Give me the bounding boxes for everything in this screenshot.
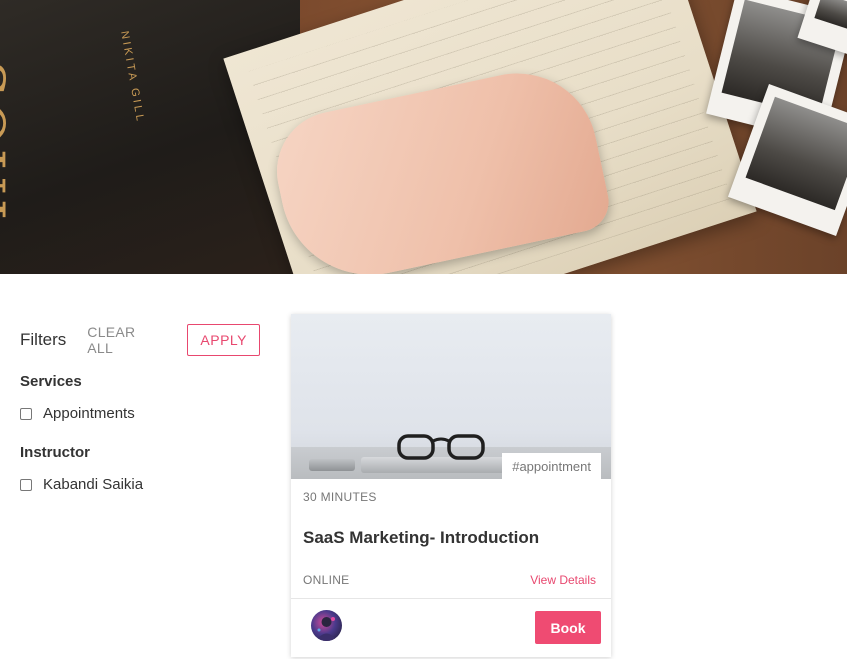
- book-button[interactable]: Book: [535, 611, 601, 644]
- eyeglasses-icon: [397, 434, 485, 460]
- mode-label: ONLINE: [303, 573, 350, 587]
- instructor-option-kabandi-saikia[interactable]: Kabandi Saikia: [20, 476, 260, 493]
- instructor-avatar[interactable]: [311, 610, 342, 641]
- appointments-checkbox[interactable]: [20, 407, 32, 420]
- clear-all-link[interactable]: CLEAR ALL: [87, 324, 163, 356]
- apply-button[interactable]: APPLY: [187, 324, 260, 356]
- hero-banner: SOUL NIKITA GILL: [0, 0, 847, 274]
- book-cover-word: SOUL: [0, 60, 16, 239]
- category-tag[interactable]: #appointment: [502, 453, 601, 480]
- filters-title: Filters: [20, 330, 67, 349]
- filters-panel: Filters CLEAR ALL APPLY Services Appoint…: [20, 324, 260, 493]
- filters-header: Filters CLEAR ALL APPLY: [20, 324, 260, 356]
- duration-label: 30 MINUTES: [303, 490, 377, 504]
- appointments-label: Appointments: [43, 405, 135, 422]
- service-option-appointments[interactable]: Appointments: [20, 405, 260, 422]
- card-divider: [291, 598, 611, 599]
- course-title[interactable]: SaaS Marketing- Introduction: [303, 528, 539, 548]
- view-details-link[interactable]: View Details: [530, 573, 596, 587]
- instructor-group-title: Instructor: [20, 444, 91, 461]
- kabandi-saikia-checkbox[interactable]: [20, 478, 32, 491]
- kabandi-saikia-label: Kabandi Saikia: [43, 476, 144, 493]
- course-card: #appointment 30 MINUTES SaaS Marketing- …: [291, 314, 611, 657]
- phone-image: [309, 459, 355, 471]
- book-spine-text: NIKITA GILL: [118, 30, 147, 125]
- avatar-image: [316, 617, 337, 641]
- services-group-title: Services: [20, 373, 82, 390]
